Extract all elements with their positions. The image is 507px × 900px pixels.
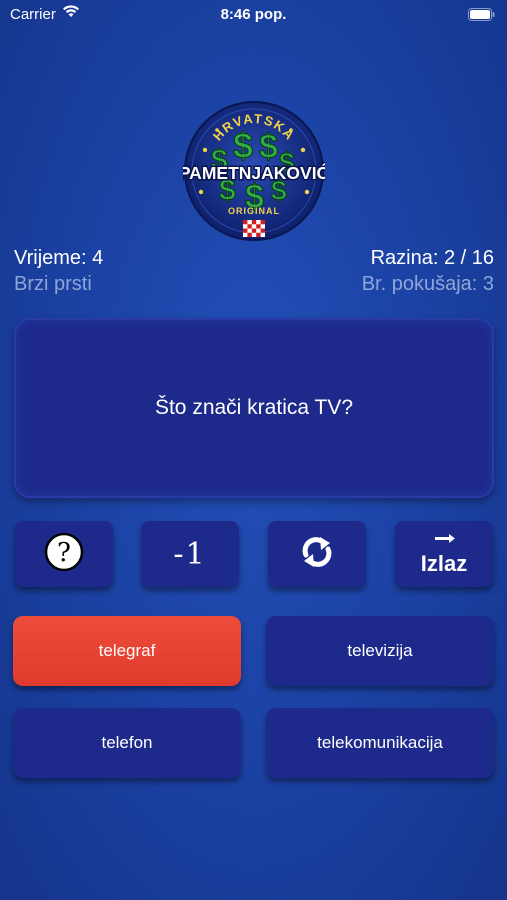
croatian-checkerboard-icon — [243, 220, 265, 237]
logo-bottom-text: ORIGINAL — [228, 206, 280, 216]
question-box: Što znači kratica TV? — [14, 318, 494, 498]
help-joker-button[interactable]: ? — [15, 521, 113, 587]
minus-one-label: -1 — [173, 536, 207, 572]
answer-text: telegraf — [98, 641, 156, 660]
time-label: Vrijeme: 4 — [14, 247, 104, 269]
swap-arrows-icon — [298, 535, 336, 574]
minus-one-joker-button[interactable]: -1 — [141, 521, 239, 587]
answer-text: televizija — [347, 641, 413, 660]
answer-text: telefon — [101, 733, 153, 752]
answer-button-2[interactable]: televizija — [266, 616, 494, 686]
battery-icon — [468, 8, 495, 25]
status-bar: Carrier 8:46 pop. — [0, 0, 507, 30]
mode-label: Brzi prsti — [14, 273, 92, 295]
answer-text: telekomunikacija — [317, 733, 443, 752]
answer-button-1[interactable]: telegraf — [13, 616, 241, 686]
clock: 8:46 pop. — [220, 6, 287, 23]
question-text: Što znači kratica TV? — [154, 396, 354, 419]
answer-button-3[interactable]: telefon — [13, 708, 241, 778]
answer-button-4[interactable]: telekomunikacija — [266, 708, 494, 778]
svg-text:$: $ — [233, 125, 253, 166]
exit-label: Izlaz — [420, 550, 468, 576]
svg-text:?: ? — [57, 538, 71, 568]
question-mark-icon: ? — [44, 532, 84, 577]
game-logo: $ $ $ $ $ $ $ HRVATSKA PAMETNJAKOVIĆ ORI… — [177, 100, 331, 242]
swap-question-joker-button[interactable] — [268, 521, 366, 587]
level-label: Razina: 2 / 16 — [370, 247, 494, 269]
attempts-label: Br. pokušaja: 3 — [361, 273, 494, 295]
svg-text:$: $ — [259, 128, 278, 166]
logo-main-text: PAMETNJAKOVIĆ — [183, 162, 325, 183]
exit-button[interactable]: Izlaz — [395, 521, 493, 587]
exit-arrows-icon — [431, 533, 457, 553]
